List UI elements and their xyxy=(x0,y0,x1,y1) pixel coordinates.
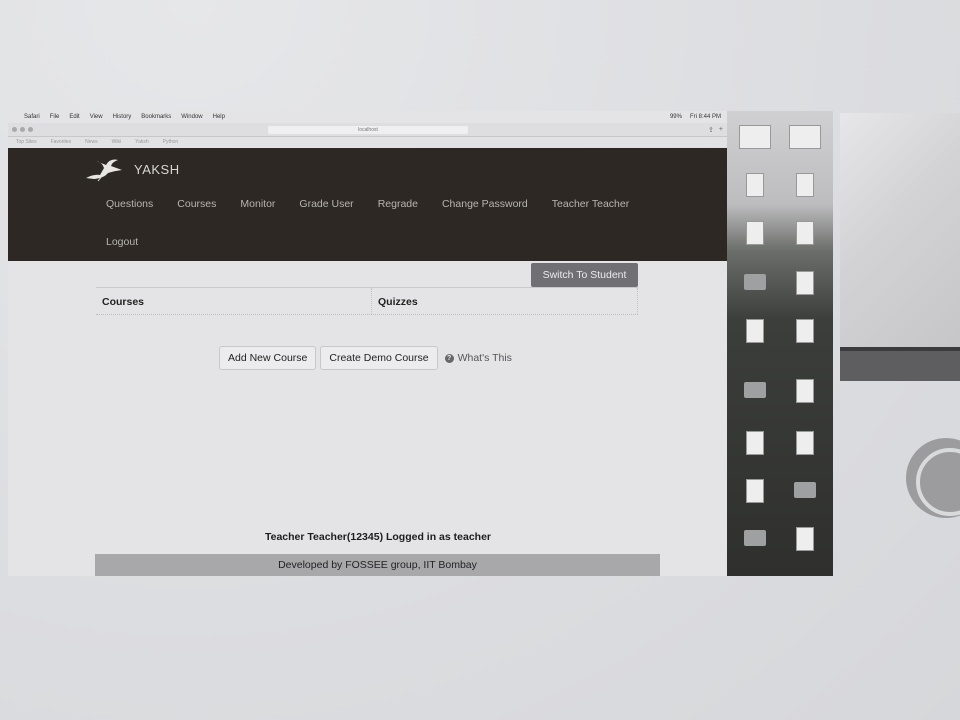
nav-change-password[interactable]: Change Password xyxy=(442,198,528,210)
desktop-screenshot-item[interactable] xyxy=(735,125,775,149)
menu-help[interactable]: Help xyxy=(213,114,225,120)
yaksh-navbar: YAKSH Questions Courses Monitor Grade Us… xyxy=(8,148,727,261)
desktop-file-item[interactable] xyxy=(735,479,775,503)
bookmarks-bar: Top Sites Favorites News Wiki Yaksh Pyth… xyxy=(8,137,727,147)
bookmark-item[interactable]: News xyxy=(85,139,98,145)
minimize-window-button[interactable] xyxy=(20,127,25,132)
course-actions: Add New Course Create Demo Course ? What… xyxy=(219,346,512,370)
document-icon xyxy=(796,173,814,197)
document-icon xyxy=(746,173,764,197)
bookmark-item[interactable]: Wiki xyxy=(112,139,121,145)
pdf-icon xyxy=(796,319,814,343)
menu-window[interactable]: Window xyxy=(181,114,202,120)
folder-icon xyxy=(744,530,766,546)
whats-this-label: What's This xyxy=(457,352,512,364)
desktop-screenshot-item[interactable] xyxy=(785,125,825,149)
folder-icon xyxy=(794,482,816,498)
menu-file[interactable]: File xyxy=(50,114,60,120)
brand-name: YAKSH xyxy=(134,161,180,177)
bookmark-item[interactable]: Favorites xyxy=(51,139,72,145)
desktop-folder-item[interactable] xyxy=(735,271,775,293)
desktop-folder-item[interactable] xyxy=(785,479,825,501)
desktop-file-item[interactable] xyxy=(785,379,825,403)
desktop-file-item[interactable] xyxy=(785,271,825,295)
desktop-file-item[interactable] xyxy=(785,431,825,455)
desktop-file-item[interactable] xyxy=(735,173,775,197)
login-status: Teacher Teacher(12345) Logged in as teac… xyxy=(264,531,492,543)
nav-questions[interactable]: Questions xyxy=(106,198,153,210)
new-tab-icon[interactable]: + xyxy=(719,126,723,134)
address-bar[interactable]: localhost xyxy=(268,126,468,134)
info-icon: ? xyxy=(444,353,454,363)
brand[interactable]: YAKSH xyxy=(84,156,180,182)
document-icon xyxy=(796,379,814,403)
clock[interactable]: Fri 8:44 PM xyxy=(690,114,721,120)
desktop-area xyxy=(727,111,833,576)
side-photo xyxy=(840,113,960,381)
mac-menubar: Safari File Edit View History Bookmarks … xyxy=(8,111,727,123)
desktop-file-item[interactable] xyxy=(735,431,775,455)
menu-view[interactable]: View xyxy=(90,114,103,120)
image-file-icon xyxy=(789,125,821,149)
create-demo-course-button[interactable]: Create Demo Course xyxy=(320,346,438,370)
desktop-file-item[interactable] xyxy=(785,319,825,343)
close-window-button[interactable] xyxy=(12,127,17,132)
courses-table-header: Courses Quizzes xyxy=(96,287,638,315)
crane-logo-icon xyxy=(86,159,122,182)
nav-grade-user[interactable]: Grade User xyxy=(299,198,353,210)
column-header-courses: Courses xyxy=(96,288,372,314)
switch-to-student-button[interactable]: Switch To Student xyxy=(531,263,638,287)
image-file-icon xyxy=(739,125,771,149)
browser-toolbar: localhost ⇪ + xyxy=(8,123,727,137)
footer: Developed by FOSSEE group, IIT Bombay xyxy=(95,554,660,576)
nav-user-profile[interactable]: Teacher Teacher xyxy=(552,198,629,210)
nav-logout[interactable]: Logout xyxy=(106,236,138,248)
column-header-quizzes: Quizzes xyxy=(372,288,638,314)
whats-this-link[interactable]: ? What's This xyxy=(444,352,512,364)
folder-icon xyxy=(744,382,766,398)
menu-safari[interactable]: Safari xyxy=(24,114,40,120)
desktop-file-item[interactable] xyxy=(785,221,825,245)
desktop-file-item[interactable] xyxy=(735,221,775,245)
document-icon xyxy=(796,221,814,245)
nav-monitor[interactable]: Monitor xyxy=(240,198,275,210)
bookmark-item[interactable]: Yaksh xyxy=(135,139,149,145)
document-icon xyxy=(796,527,814,551)
menu-bookmarks[interactable]: Bookmarks xyxy=(141,114,171,120)
document-icon xyxy=(746,431,764,455)
document-icon xyxy=(746,221,764,245)
menu-edit[interactable]: Edit xyxy=(69,114,79,120)
zoom-window-button[interactable] xyxy=(28,127,33,132)
desk-edge xyxy=(840,351,960,381)
battery-status[interactable]: 99% xyxy=(670,114,682,120)
document-icon xyxy=(746,319,764,343)
nav-regrade[interactable]: Regrade xyxy=(378,198,418,210)
pdf-icon xyxy=(796,431,814,455)
desktop-file-item[interactable] xyxy=(785,527,825,551)
desktop-folder-item[interactable] xyxy=(735,379,775,401)
document-icon xyxy=(746,479,764,503)
pdf-icon xyxy=(796,271,814,295)
bookmark-item[interactable]: Python xyxy=(163,139,179,145)
desktop-file-item[interactable] xyxy=(785,173,825,197)
share-icon[interactable]: ⇪ xyxy=(708,126,714,134)
desktop-file-item[interactable] xyxy=(735,319,775,343)
nav-courses[interactable]: Courses xyxy=(177,198,216,210)
window-controls xyxy=(12,127,33,132)
main-content: Switch To Student Courses Quizzes Add Ne… xyxy=(8,261,727,576)
bookmark-item[interactable]: Top Sites xyxy=(16,139,37,145)
nav-links: Questions Courses Monitor Grade User Reg… xyxy=(106,198,653,210)
folder-icon xyxy=(744,274,766,290)
add-new-course-button[interactable]: Add New Course xyxy=(219,346,317,370)
desktop-folder-item[interactable] xyxy=(735,527,775,549)
menu-history[interactable]: History xyxy=(113,114,132,120)
